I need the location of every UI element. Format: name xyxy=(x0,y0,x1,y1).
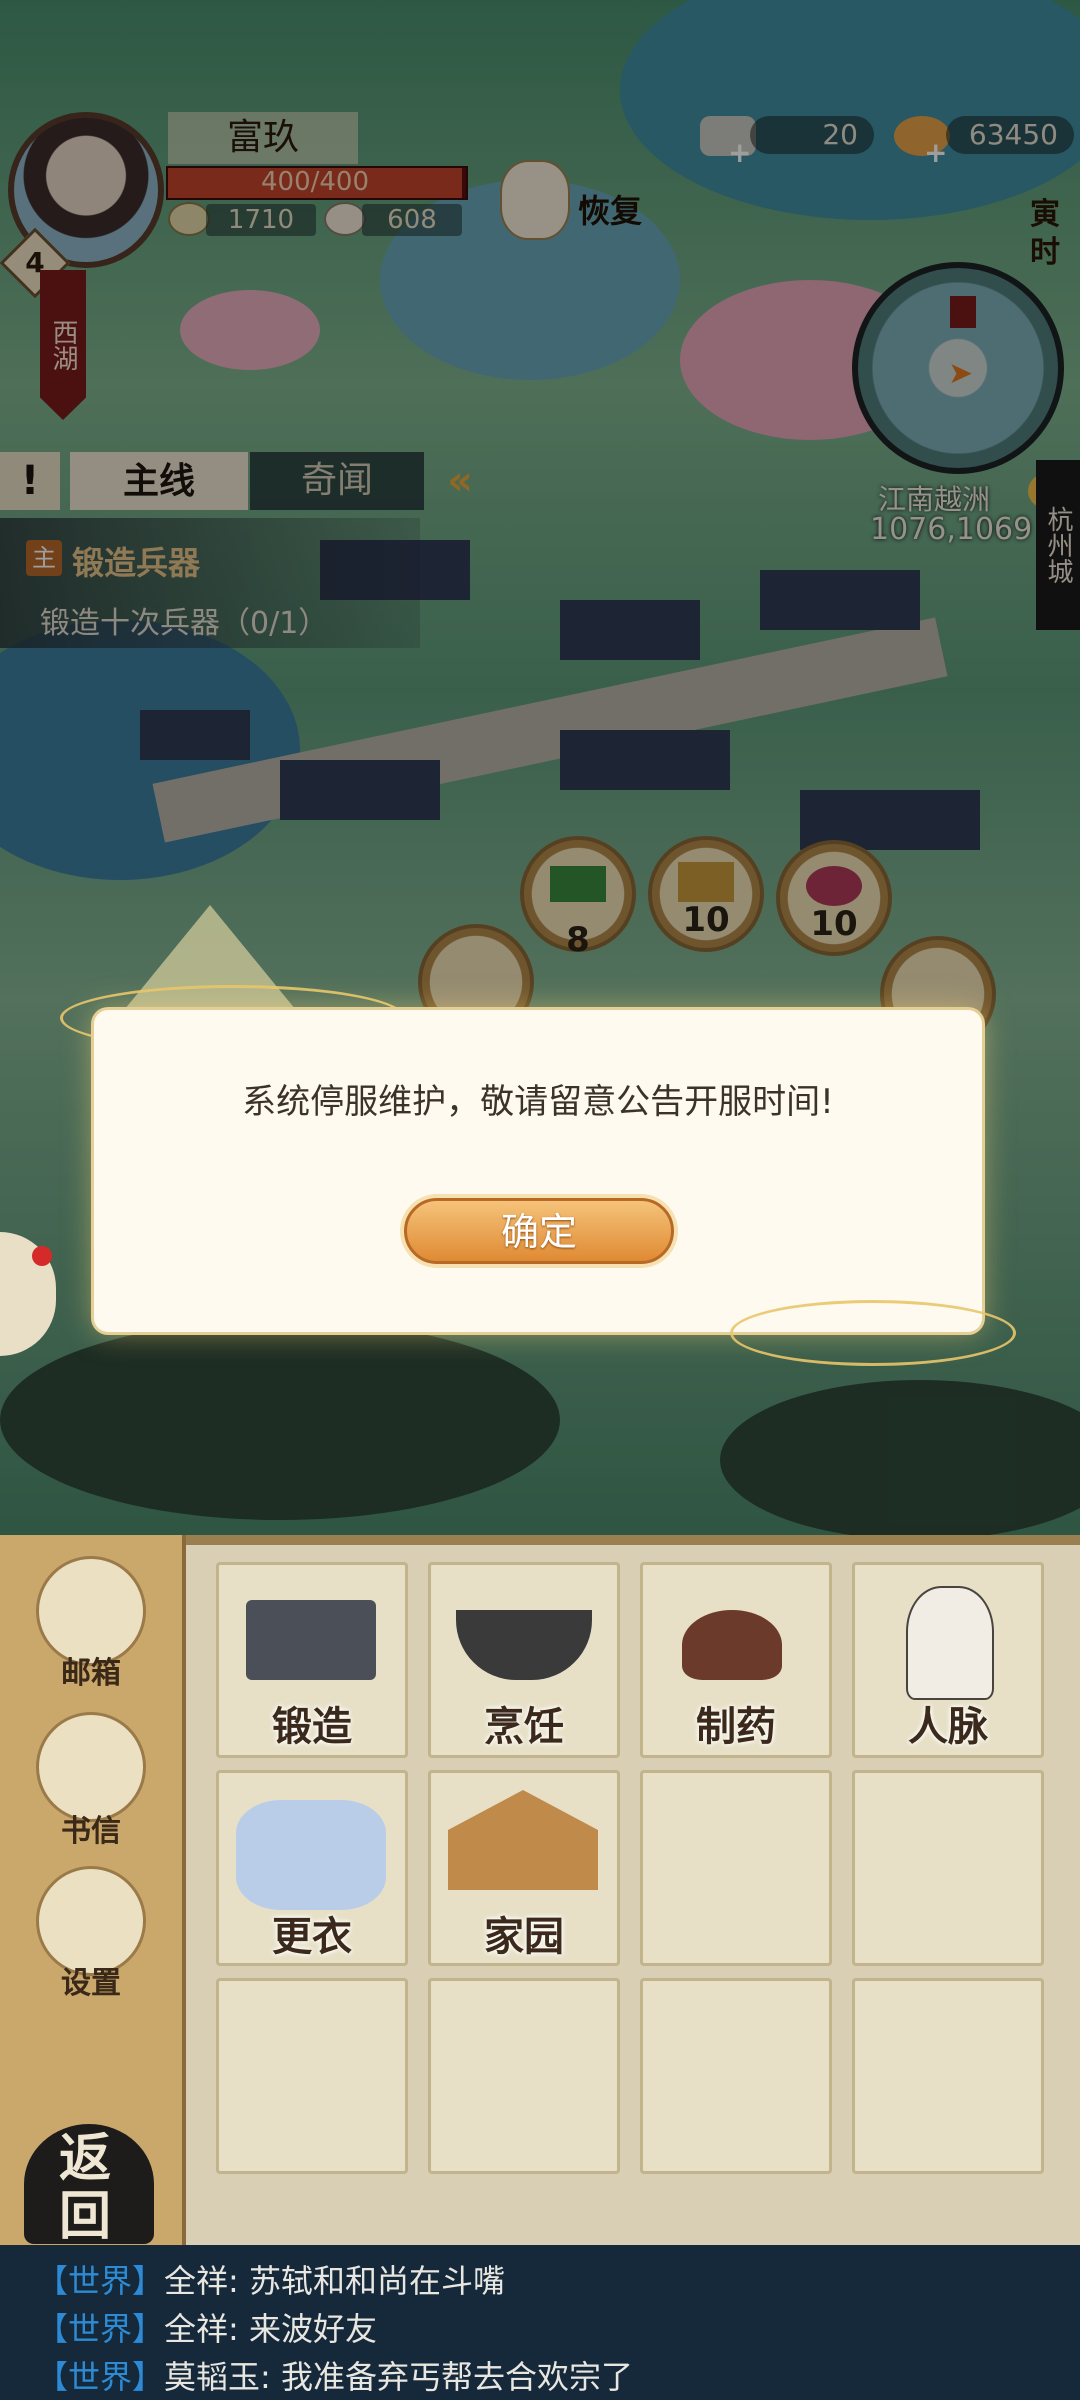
letter-button-label[interactable]: 书信 xyxy=(36,1806,146,1850)
notification-dot-icon xyxy=(32,1246,52,1266)
grid-slot-empty xyxy=(852,1978,1044,2174)
grid-slot-empty xyxy=(852,1770,1044,1966)
panel-border xyxy=(186,1535,1080,1545)
contacts-label: 人脉 xyxy=(908,1703,988,1750)
chat-text: 莫韬玉: 我准备弃丐帮去合欢宗了 xyxy=(164,2358,633,2396)
grid-slot-empty xyxy=(428,1978,620,2174)
forge-icon xyxy=(246,1600,376,1680)
grid-slot-empty xyxy=(640,1770,832,1966)
grid-slot-empty xyxy=(640,1978,832,2174)
confirm-button[interactable]: 确定 xyxy=(404,1198,674,1264)
dialog-message: 系统停服维护，敬请留意公告开服时间! xyxy=(242,1082,834,1122)
chat-line: 【世界】全祥: 来波好友 xyxy=(36,2304,377,2350)
cooking-label: 烹饪 xyxy=(484,1703,564,1750)
grid-slot-empty xyxy=(216,1978,408,2174)
back-button-label[interactable]: 返回 xyxy=(40,2130,130,2246)
chat-text: 全祥: 来波好友 xyxy=(164,2310,377,2348)
forge-label: 锻造 xyxy=(272,1703,352,1750)
contacts-icon xyxy=(906,1586,994,1700)
medicine-label: 制药 xyxy=(696,1703,776,1750)
maintenance-dialog xyxy=(94,1010,982,1332)
chat-channel[interactable]: 【世界】 xyxy=(36,2358,164,2396)
chat-text: 全祥: 苏轼和和尚在斗嘴 xyxy=(164,2262,505,2300)
home-label: 家园 xyxy=(484,1913,564,1960)
settings-button-label[interactable]: 设置 xyxy=(36,1958,146,2002)
medicine-icon xyxy=(682,1610,782,1680)
cloud-decoration xyxy=(730,1300,1016,1366)
chat-line: 【世界】莫韬玉: 我准备弃丐帮去合欢宗了 xyxy=(36,2352,633,2398)
clothing-icon xyxy=(236,1800,386,1910)
chat-channel[interactable]: 【世界】 xyxy=(36,2310,164,2348)
mail-button-label[interactable]: 邮箱 xyxy=(36,1648,146,1692)
chat-line: 【世界】全祥: 苏轼和和尚在斗嘴 xyxy=(36,2256,505,2302)
clothing-label: 更衣 xyxy=(272,1913,352,1960)
chat-channel[interactable]: 【世界】 xyxy=(36,2262,164,2300)
